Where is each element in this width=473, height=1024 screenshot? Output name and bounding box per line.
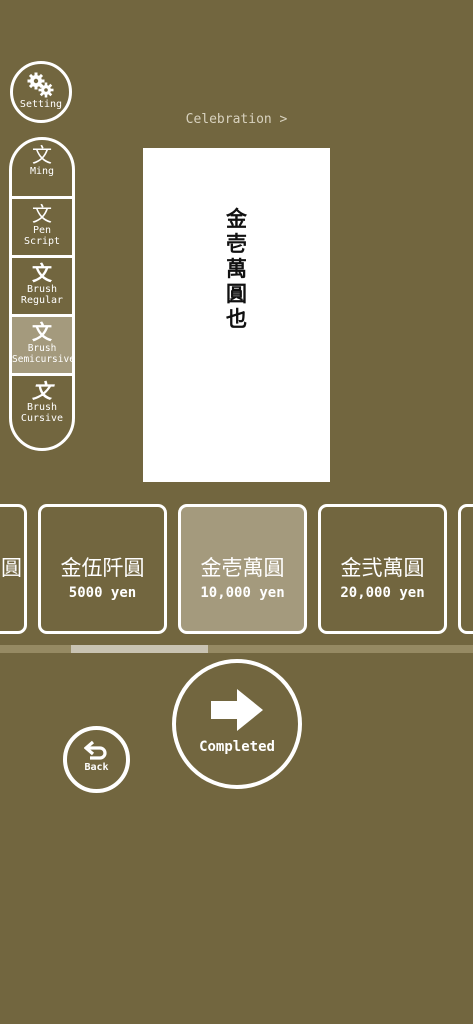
font-option-ming[interactable]: 文 Ming (12, 140, 72, 199)
font-style-selector: 文 Ming 文 Pen Script 文 Brush Regular 文 Br… (9, 137, 75, 451)
gear-icon (27, 72, 54, 98)
font-option-brush-cursive[interactable]: 文 Brush Cursive (12, 376, 72, 435)
envelope-char: 萬 (226, 256, 247, 281)
back-button[interactable]: Back (63, 726, 130, 793)
envelope-text: 金 壱 萬 圓 也 (143, 206, 330, 331)
amount-yen: 5000 yen (68, 585, 137, 601)
scrollbar-thumb[interactable] (71, 645, 208, 653)
amount-kanji: 金伍阡圓 (60, 556, 145, 580)
back-label: Back (84, 762, 109, 773)
envelope-char: 圓 (226, 281, 247, 306)
amount-kanji: 圓 (1, 556, 22, 580)
font-option-label: Pen Script (23, 225, 61, 247)
font-option-label: Brush Regular (20, 284, 64, 306)
completed-button[interactable]: Completed (172, 659, 302, 789)
font-option-brush-semicursive[interactable]: 文 Brush Semicursive (12, 317, 72, 376)
font-glyph-icon: 文 (32, 379, 52, 403)
setting-button[interactable]: Setting (10, 61, 72, 123)
envelope-char: 金 (226, 206, 247, 231)
font-option-label: Brush Cursive (20, 402, 64, 424)
amount-kanji: 金壱萬圓 (200, 556, 285, 580)
amount-card-10000[interactable]: 金壱萬圓 10,000 yen (178, 504, 307, 634)
setting-label: Setting (19, 99, 63, 110)
amount-yen: 10,000 yen (200, 585, 285, 601)
font-glyph-icon: 文 (32, 202, 52, 226)
amount-card-5000[interactable]: 金伍阡圓 5000 yen (38, 504, 167, 634)
amount-card-next[interactable] (458, 504, 473, 634)
envelope-preview: 金 壱 萬 圓 也 (143, 148, 330, 482)
font-glyph-icon: 文 (32, 261, 52, 285)
amount-kanji: 金弐萬圓 (340, 556, 425, 580)
amount-card-20000[interactable]: 金弐萬圓 20,000 yen (318, 504, 447, 634)
amount-card[interactable]: 圓 (0, 504, 27, 634)
font-glyph-icon: 文 (32, 143, 52, 167)
back-arrow-icon (83, 740, 107, 760)
amount-yen: 20,000 yen (340, 585, 425, 601)
font-option-label: Ming (29, 166, 55, 177)
font-option-pen-script[interactable]: 文 Pen Script (12, 199, 72, 258)
completed-label: Completed (199, 739, 275, 755)
envelope-char: 也 (226, 306, 247, 331)
font-option-brush-regular[interactable]: 文 Brush Regular (12, 258, 72, 317)
category-link[interactable]: Celebration > (143, 112, 330, 127)
amount-carousel[interactable]: 圓 金伍阡圓 5000 yen 金壱萬圓 10,000 yen 金弐萬圓 20,… (0, 504, 473, 635)
envelope-char: 壱 (226, 231, 247, 256)
arrow-right-icon (211, 689, 263, 731)
font-option-label: Brush Semicursive (12, 343, 75, 365)
font-glyph-icon: 文 (32, 320, 52, 344)
